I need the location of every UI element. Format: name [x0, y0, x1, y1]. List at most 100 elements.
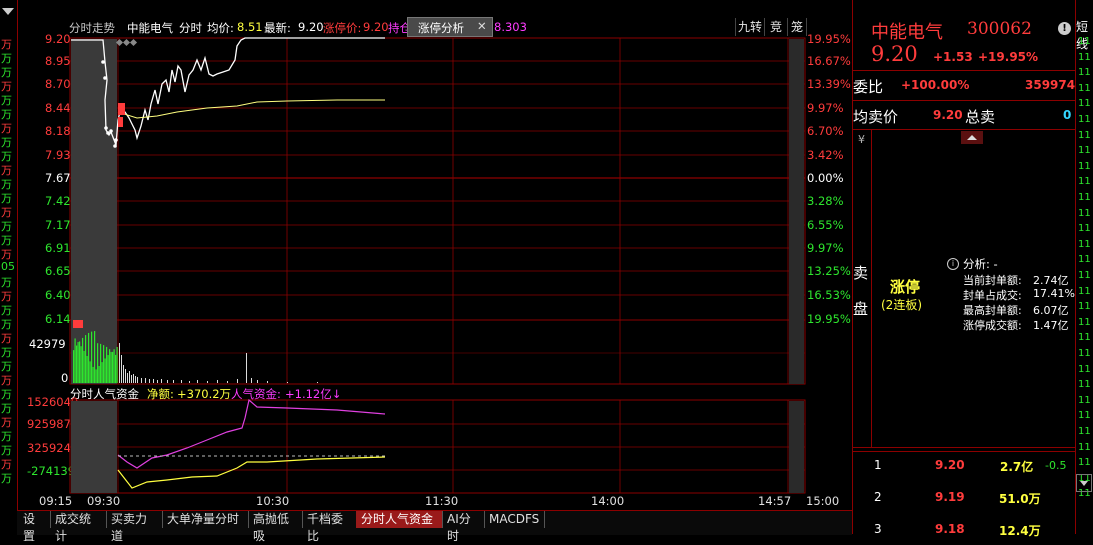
- sell-label-1: 卖: [853, 264, 869, 282]
- analysis-info-icon[interactable]: i: [947, 258, 959, 270]
- volume-bar: [131, 375, 132, 383]
- buy-row-volume: 51.0万: [999, 492, 1041, 506]
- auction-volume-bar: [76, 345, 78, 383]
- auction-volume-bar: [92, 366, 94, 383]
- volume-bar: [173, 380, 174, 383]
- limit-up-sub: (2连板): [881, 298, 922, 312]
- auction-dot: [106, 131, 110, 135]
- tab-4[interactable]: 大单净量分时: [162, 511, 249, 528]
- short-line-item: 11: [1078, 410, 1091, 422]
- auction-volume-bar: [100, 343, 102, 383]
- volume-bar: [141, 378, 142, 383]
- short-line-item: 11: [1078, 301, 1091, 313]
- tab-2[interactable]: 成交统计: [50, 511, 107, 543]
- volume-bar: [157, 380, 158, 383]
- intraday-chart[interactable]: [17, 0, 852, 511]
- left-strip-item: 05: [1, 260, 15, 273]
- quote-code: 300062: [967, 19, 1032, 39]
- auction-volume-bar: [77, 342, 79, 383]
- diamond-mark: [122, 38, 131, 47]
- short-line-item: 11: [1078, 192, 1091, 203]
- weibi-value: +100.00%: [901, 78, 970, 92]
- yen-icon: ¥: [858, 133, 865, 146]
- auction-volume-bar: [98, 365, 100, 383]
- post-close-shade-fund: [789, 401, 804, 493]
- short-line-item: 11: [1078, 285, 1091, 297]
- volume-bar: [123, 365, 124, 383]
- short-line-item: 11: [1078, 145, 1091, 157]
- short-line-item: 11: [1078, 114, 1091, 125]
- volume-bar: [181, 380, 182, 383]
- short-line-item: 11: [1078, 98, 1091, 110]
- auction-volume-bar: [86, 355, 88, 383]
- collapse-arrow-icon[interactable]: [2, 8, 14, 15]
- net-fund-line: [117, 456, 386, 489]
- auction-volume-bar: [74, 338, 76, 383]
- volume-bar: [317, 382, 318, 383]
- auction-volume-bar: [112, 351, 114, 383]
- auction-volume-bar: [82, 337, 84, 383]
- volume-bar: [125, 369, 126, 383]
- short-line-item: 11: [1078, 36, 1091, 47]
- analysis-key: 当前封单额:: [963, 274, 1022, 287]
- auction-volume-bar: [116, 346, 118, 383]
- price-panel-frame: [69, 37, 806, 385]
- volume-bar: [137, 377, 138, 383]
- short-line-item: 11: [1078, 223, 1091, 235]
- quote-panel: 中能电气 300062 ! 9.20 +1.53 +19.95% 委比 +100…: [852, 0, 1076, 538]
- volume-bar: [133, 374, 134, 383]
- auction-volume-bar: [109, 349, 111, 383]
- expand-up-button[interactable]: [961, 131, 983, 144]
- short-line-item: 11: [1078, 67, 1091, 79]
- short-line-item: 11: [1078, 270, 1091, 281]
- buy-row-price: 9.19: [935, 490, 965, 504]
- total-sell-label: 总卖: [965, 108, 996, 126]
- auction-dot: [104, 126, 108, 130]
- short-line-item: 11: [1078, 348, 1091, 359]
- event-marker: [118, 117, 123, 127]
- volume-bar: [153, 379, 154, 383]
- volume-bar: [267, 381, 268, 383]
- volume-bar: [246, 353, 247, 383]
- tab-7[interactable]: 分时人气资金: [356, 511, 443, 528]
- auction-volume-bar: [110, 351, 112, 383]
- volume-bar: [149, 379, 150, 383]
- analysis-value: 6.07亿: [1033, 304, 1069, 317]
- buy-row-index: 1: [874, 458, 882, 472]
- auction-volume-bar: [80, 346, 82, 383]
- buy-row-extra: -0.5: [1045, 459, 1067, 472]
- weibi-label: 委比: [853, 78, 884, 96]
- analysis-key: 封单占成交:: [963, 289, 1022, 302]
- diamond-mark: [129, 38, 138, 47]
- short-line-item: 11: [1078, 129, 1091, 141]
- auction-volume-bar: [101, 362, 103, 383]
- buy-row-volume: 12.4万: [999, 524, 1041, 538]
- tab-3[interactable]: 买卖力道: [106, 511, 163, 543]
- info-icon[interactable]: !: [1058, 22, 1071, 35]
- analysis-value: 1.47亿: [1033, 319, 1069, 332]
- short-line-item: 11: [1078, 363, 1091, 375]
- tab-1[interactable]: 设置: [18, 511, 51, 543]
- pre-open-shade-fund: [71, 401, 117, 493]
- buy-row-volume: 2.7亿: [1000, 460, 1034, 474]
- auction-dot: [114, 138, 118, 142]
- volume-bar: [207, 381, 208, 383]
- limit-up-text: 涨停: [890, 278, 921, 296]
- tab-5[interactable]: 高抛低吸: [248, 511, 303, 543]
- auction-volume-bar: [89, 361, 91, 383]
- tab-9[interactable]: MACDFS: [484, 511, 545, 528]
- analysis-value: 2.74亿: [1033, 274, 1069, 287]
- buy-row-price: 9.20: [935, 458, 965, 472]
- short-line-item: 11: [1078, 457, 1091, 469]
- dropdown-icon[interactable]: [1076, 474, 1092, 492]
- diamond-mark: [115, 38, 124, 47]
- tab-6[interactable]: 千档委比: [302, 511, 357, 543]
- auction-volume-bar: [106, 346, 108, 383]
- short-line-item: 11: [1078, 379, 1091, 391]
- volume-bar: [189, 381, 190, 383]
- short-line-item: 11: [1078, 394, 1091, 406]
- volume-bar: [287, 382, 288, 383]
- sell-label-2: 盘: [853, 300, 869, 318]
- short-line-item: 11: [1078, 176, 1091, 188]
- tab-8[interactable]: AI分时: [442, 511, 485, 543]
